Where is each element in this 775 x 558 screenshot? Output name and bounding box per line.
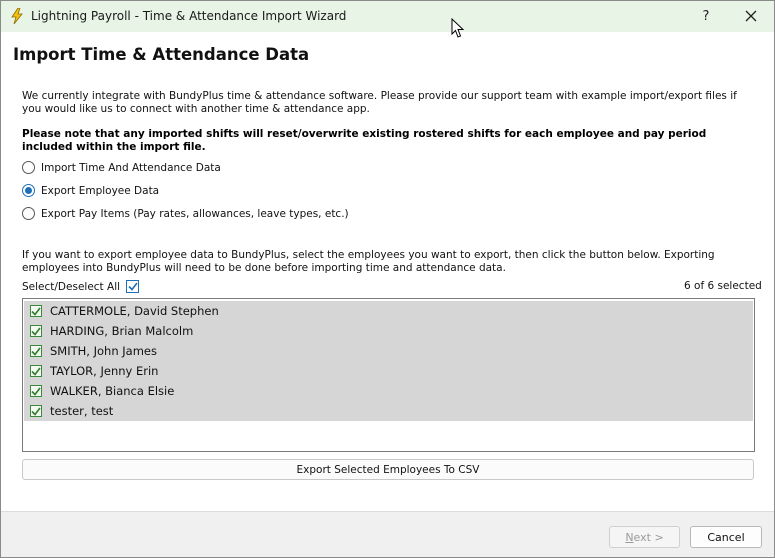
wizard-footer: Next > Cancel [1, 511, 774, 557]
close-icon [745, 7, 757, 26]
next-accelerator: N [625, 530, 634, 544]
intro-text: We currently integrate with BundyPlus ti… [22, 90, 737, 115]
checkmark-icon [31, 367, 41, 376]
employee-checkbox[interactable] [30, 385, 42, 397]
employee-checkbox[interactable] [30, 345, 42, 357]
radio-button-selected[interactable] [22, 184, 35, 197]
employee-list[interactable]: CATTERMOLE, David Stephen HARDING, Brian… [22, 298, 755, 452]
radio-button[interactable] [22, 207, 35, 220]
help-button[interactable]: ? [689, 1, 723, 32]
employee-name: CATTERMOLE, David Stephen [50, 304, 219, 318]
employee-checkbox[interactable] [30, 405, 42, 417]
page-title: Import Time & Attendance Data [13, 45, 310, 64]
list-item[interactable]: WALKER, Bianca Elsie [24, 381, 753, 401]
lightning-bolt-icon [9, 7, 25, 25]
export-csv-button[interactable]: Export Selected Employees To CSV [22, 459, 754, 480]
title-bar[interactable]: Lightning Payroll - Time & Attendance Im… [1, 1, 774, 32]
option-export-pay-items[interactable]: Export Pay Items (Pay rates, allowances,… [22, 207, 349, 220]
employee-checkbox[interactable] [30, 325, 42, 337]
wizard-window: Lightning Payroll - Time & Attendance Im… [0, 0, 775, 558]
checkmark-icon [31, 407, 41, 416]
selected-count: 6 of 6 selected [684, 280, 762, 292]
warning-text: Please note that any imported shifts wil… [22, 128, 707, 153]
close-button[interactable] [734, 1, 768, 32]
employee-checkbox[interactable] [30, 305, 42, 317]
employee-name: WALKER, Bianca Elsie [50, 384, 175, 398]
option-export-employee-data[interactable]: Export Employee Data [22, 184, 159, 197]
checkmark-icon [31, 307, 41, 316]
list-item[interactable]: tester, test [24, 401, 753, 421]
next-label: ext > [633, 530, 664, 544]
employee-name: tester, test [50, 404, 114, 418]
mouse-cursor-icon [451, 17, 465, 39]
checkmark-icon [31, 327, 41, 336]
select-all-row[interactable]: Select/Deselect All [22, 280, 140, 293]
radio-button[interactable] [22, 161, 35, 174]
list-item[interactable]: CATTERMOLE, David Stephen [24, 301, 753, 321]
list-item[interactable]: HARDING, Brian Malcolm [24, 321, 753, 341]
export-info-text: If you want to export employee data to B… [22, 249, 715, 274]
select-all-label: Select/Deselect All [22, 280, 121, 293]
checkmark-icon [127, 282, 138, 291]
select-all-checkbox[interactable] [126, 280, 140, 293]
option-label: Import Time And Attendance Data [41, 161, 221, 174]
checkmark-icon [31, 347, 41, 356]
list-item[interactable]: TAYLOR, Jenny Erin [24, 361, 753, 381]
option-import-time-attendance[interactable]: Import Time And Attendance Data [22, 161, 221, 174]
employee-name: SMITH, John James [50, 344, 157, 358]
next-button[interactable]: Next > [609, 526, 680, 548]
list-item[interactable]: SMITH, John James [24, 341, 753, 361]
window-title: Lightning Payroll - Time & Attendance Im… [31, 9, 347, 23]
employee-name: HARDING, Brian Malcolm [50, 324, 194, 338]
option-label: Export Employee Data [41, 184, 160, 197]
employee-checkbox[interactable] [30, 365, 42, 377]
checkmark-icon [31, 387, 41, 396]
option-label: Export Pay Items (Pay rates, allowances,… [41, 207, 349, 220]
cancel-button[interactable]: Cancel [690, 526, 762, 548]
employee-name: TAYLOR, Jenny Erin [50, 364, 159, 378]
